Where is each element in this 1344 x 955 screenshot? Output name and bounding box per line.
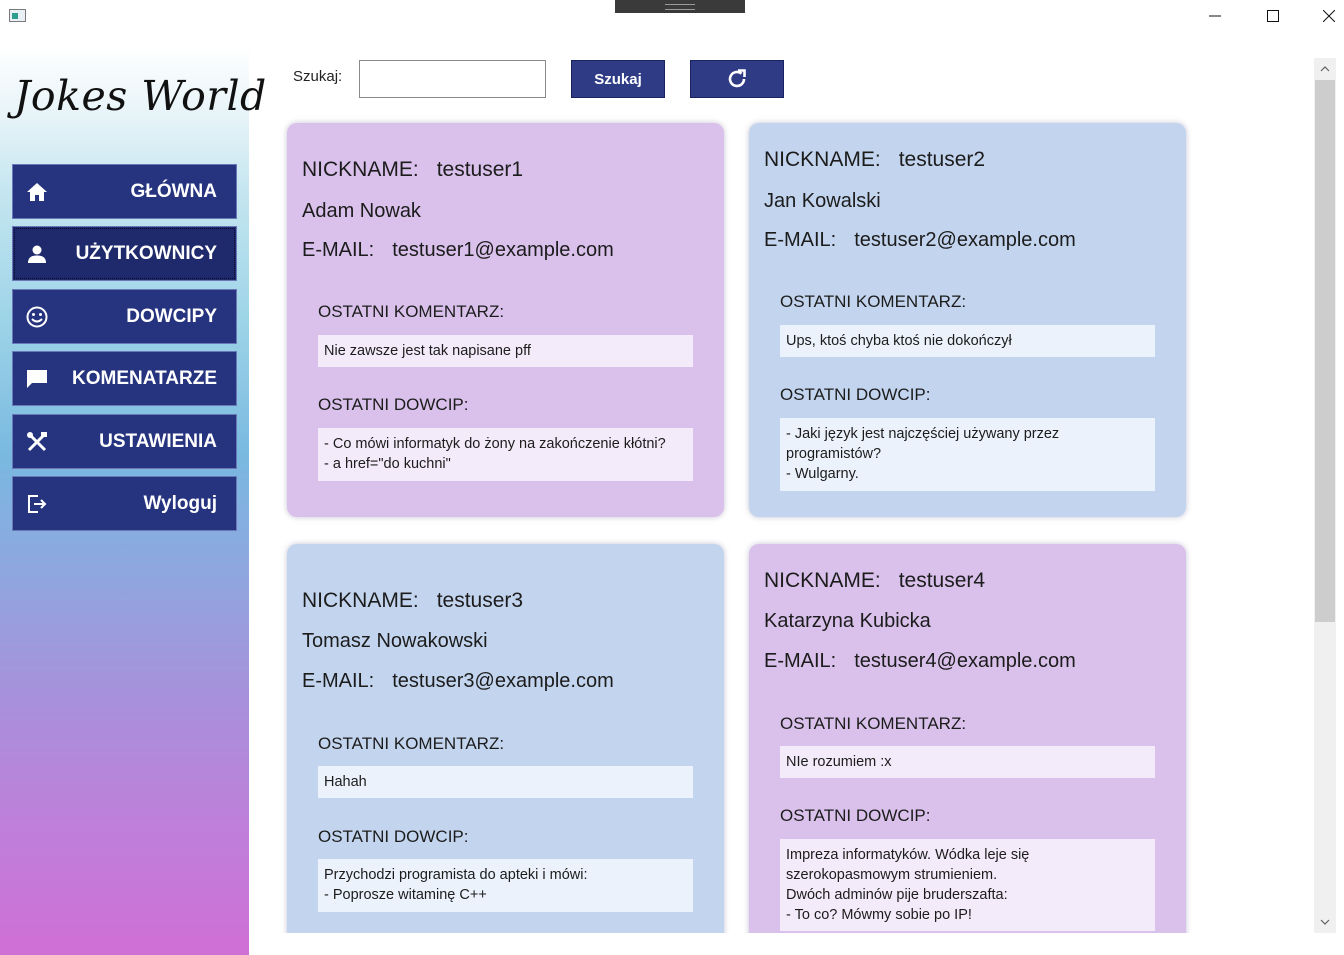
chevron-down-icon — [1320, 919, 1330, 925]
nickname-label: NICKNAME: — [764, 148, 881, 171]
users-list[interactable]: NICKNAME: testuser1 Adam Nowak E-MAIL: tes… — [249, 110, 1314, 933]
maximize-icon — [1267, 10, 1279, 22]
chevron-up-icon — [1320, 66, 1330, 72]
app-icon — [9, 9, 26, 22]
scroll-down-button[interactable] — [1314, 911, 1336, 933]
last-joke-label: OSTATNI DOWCIP: — [780, 806, 931, 825]
email-row: E-MAIL: testuser1@example.com — [302, 239, 614, 262]
email-row: E-MAIL: testuser4@example.com — [764, 650, 1076, 673]
nickname-row: NICKNAME: testuser1 — [302, 158, 523, 182]
smiley-icon — [25, 305, 49, 329]
user-card: NICKNAME: testuser2 Jan Kowalski E-MAIL: t… — [749, 123, 1186, 517]
sidebar-item-uzytkownicy[interactable]: UŻYTKOWNICY — [12, 226, 237, 281]
scroll-up-button[interactable] — [1314, 58, 1336, 80]
user-card: NICKNAME: testuser4 Katarzyna Kubicka E-M… — [749, 544, 1186, 933]
full-name: Katarzyna Kubicka — [764, 610, 931, 632]
nickname-value: testuser3 — [436, 589, 524, 612]
last-comment-text: Nie zawsze jest tak napisane pff — [318, 335, 693, 367]
last-comment-label: OSTATNI KOMENTARZ: — [318, 302, 505, 321]
last-joke-text: - Co mówi informatyk do żony na zakończe… — [318, 428, 693, 481]
full-name: Tomasz Nowakowski — [302, 630, 488, 652]
last-comment-text: Ups, ktoś chyba ktoś nie dokończył — [780, 325, 1155, 357]
full-name: Adam Nowak — [302, 200, 421, 222]
email-value: testuser2@example.com — [854, 229, 1076, 251]
email-row: E-MAIL: testuser2@example.com — [764, 229, 1076, 252]
sidebar-item-dowcipy[interactable]: DOWCIPY — [12, 289, 237, 344]
nickname-value: testuser1 — [436, 158, 524, 181]
sidebar-item-label: GŁÓWNA — [130, 180, 217, 202]
nickname-value: testuser4 — [898, 569, 986, 592]
email-row: E-MAIL: testuser3@example.com — [302, 670, 614, 693]
nickname-label: NICKNAME: — [764, 569, 881, 592]
sidebar-item-ustawienia[interactable]: USTAWIENIA — [12, 414, 237, 469]
full-name: Jan Kowalski — [764, 190, 881, 212]
email-label: E-MAIL: — [764, 229, 837, 251]
logout-icon — [25, 492, 49, 516]
window-titlebar[interactable] — [0, 0, 1344, 32]
sidebar-item-label: USTAWIENIA — [99, 430, 217, 452]
tools-icon — [25, 430, 49, 454]
nickname-row: NICKNAME: testuser2 — [764, 148, 985, 172]
drag-handle[interactable] — [615, 0, 745, 13]
nickname-value: testuser2 — [898, 148, 986, 171]
sidebar-item-label: Wyloguj — [143, 492, 217, 514]
app-title: Jokes World — [14, 72, 267, 120]
email-label: E-MAIL: — [764, 650, 837, 672]
user-card: NICKNAME: testuser1 Adam Nowak E-MAIL: tes… — [287, 123, 724, 517]
refresh-icon — [728, 69, 746, 88]
email-value: testuser3@example.com — [392, 670, 614, 692]
home-icon — [25, 180, 49, 204]
user-icon — [25, 242, 49, 266]
nickname-label: NICKNAME: — [302, 589, 419, 612]
email-label: E-MAIL: — [302, 670, 375, 692]
minimize-button[interactable] — [1192, 0, 1238, 32]
sidebar-item-label: UŻYTKOWNICY — [75, 242, 217, 264]
comment-icon — [25, 367, 49, 391]
last-joke-text: - Jaki język jest najczęściej używany pr… — [780, 418, 1155, 491]
email-label: E-MAIL: — [302, 239, 375, 261]
last-comment-label: OSTATNI KOMENTARZ: — [318, 734, 505, 753]
scroll-thumb[interactable] — [1315, 80, 1335, 622]
last-joke-label: OSTATNI DOWCIP: — [318, 395, 469, 414]
user-card: NICKNAME: testuser3 Tomasz Nowakowski E-M… — [287, 544, 724, 933]
search-input[interactable] — [359, 60, 546, 98]
nickname-row: NICKNAME: testuser3 — [302, 589, 523, 613]
search-button[interactable]: Szukaj — [571, 60, 665, 98]
last-joke-label: OSTATNI DOWCIP: — [318, 827, 469, 846]
minimize-icon — [1209, 15, 1221, 17]
nickname-row: NICKNAME: testuser4 — [764, 569, 985, 593]
close-button[interactable] — [1306, 0, 1344, 32]
email-value: testuser1@example.com — [392, 239, 614, 261]
sidebar-item-glowna[interactable]: GŁÓWNA — [12, 164, 237, 219]
last-joke-text: Impreza informatyków. Wódka leje się sze… — [780, 839, 1155, 931]
last-comment-text: Hahah — [318, 766, 693, 798]
search-label: Szukaj: — [293, 68, 343, 85]
close-icon — [1323, 10, 1335, 22]
last-comment-label: OSTATNI KOMENTARZ: — [780, 292, 967, 311]
last-comment-text: NIe rozumiem :x — [780, 746, 1155, 778]
sidebar-item-label: DOWCIPY — [126, 305, 217, 327]
sidebar: Jokes World GŁÓWNA UŻYTKOWNICY DOWCIPY K… — [0, 46, 266, 955]
last-joke-label: OSTATNI DOWCIP: — [780, 385, 931, 404]
sidebar-item-wyloguj[interactable]: Wyloguj — [12, 476, 237, 531]
sidebar-item-label: KOMENATARZE — [72, 367, 217, 389]
nickname-label: NICKNAME: — [302, 158, 419, 181]
sidebar-item-komentarze[interactable]: KOMENATARZE — [12, 351, 237, 406]
email-value: testuser4@example.com — [854, 650, 1076, 672]
last-joke-text: Przychodzi programista do apteki i mówi:… — [318, 859, 693, 912]
vertical-scrollbar[interactable] — [1314, 58, 1336, 933]
refresh-button[interactable] — [690, 60, 784, 98]
last-comment-label: OSTATNI KOMENTARZ: — [780, 714, 967, 733]
maximize-button[interactable] — [1250, 0, 1296, 32]
